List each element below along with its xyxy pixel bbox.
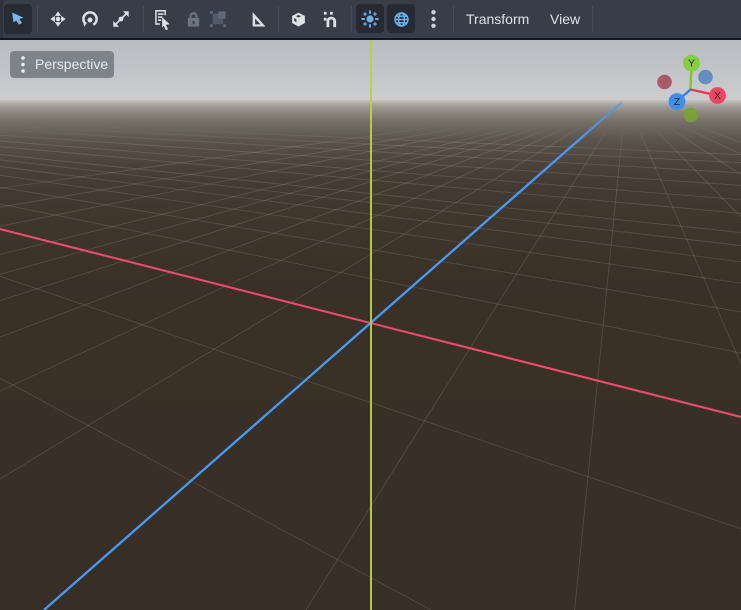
svg-text:X: X: [714, 90, 721, 102]
svg-text:Z: Z: [674, 96, 681, 108]
svg-text:Y: Y: [688, 58, 695, 70]
